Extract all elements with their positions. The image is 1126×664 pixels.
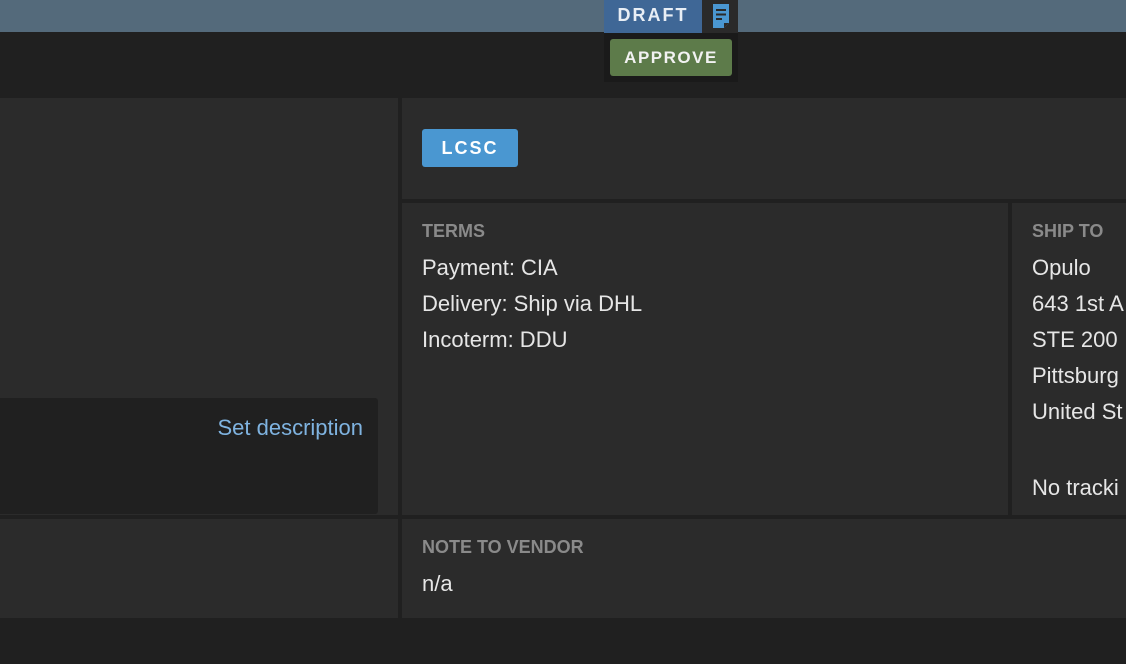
left-bottom-panel — [0, 519, 398, 618]
tracking-status: No tracki — [1032, 475, 1119, 500]
note-to-vendor-value: n/a — [422, 571, 453, 596]
vendor-panel: LCSC — [402, 98, 1126, 199]
terms-label: TERMS — [422, 221, 485, 241]
note-to-vendor-panel: NOTE TO VENDOR n/a — [402, 519, 1126, 618]
ship-to-line: United St — [1032, 399, 1123, 424]
ship-to-line: STE 200 — [1032, 327, 1118, 352]
ship-to-line: Opulo — [1032, 255, 1091, 280]
vendor-badge[interactable]: LCSC — [422, 129, 518, 167]
delivery-terms: Delivery: Ship via DHL — [422, 291, 643, 316]
top-bar — [0, 0, 1126, 32]
ship-to-label: SHIP TO — [1032, 221, 1104, 241]
note-to-vendor-label: NOTE TO VENDOR — [422, 537, 584, 557]
ship-to-panel: SHIP TO Opulo 643 1st A STE 200 Pittsbur… — [1012, 203, 1126, 515]
approve-button[interactable]: APPROVE — [610, 39, 732, 76]
ship-to-line: Pittsburg — [1032, 363, 1119, 388]
draft-status-badge[interactable]: DRAFT — [604, 0, 702, 33]
incoterm: Incoterm: DDU — [422, 327, 568, 352]
description-box[interactable]: Set description — [0, 398, 378, 514]
description-panel: Set description — [0, 98, 398, 515]
document-icon[interactable] — [702, 0, 738, 33]
ship-to-line: 643 1st A — [1032, 291, 1124, 316]
payment-terms: Payment: CIA — [422, 255, 558, 280]
set-description-link[interactable]: Set description — [217, 415, 363, 441]
terms-panel: TERMS Payment: CIA Delivery: Ship via DH… — [402, 203, 1008, 515]
